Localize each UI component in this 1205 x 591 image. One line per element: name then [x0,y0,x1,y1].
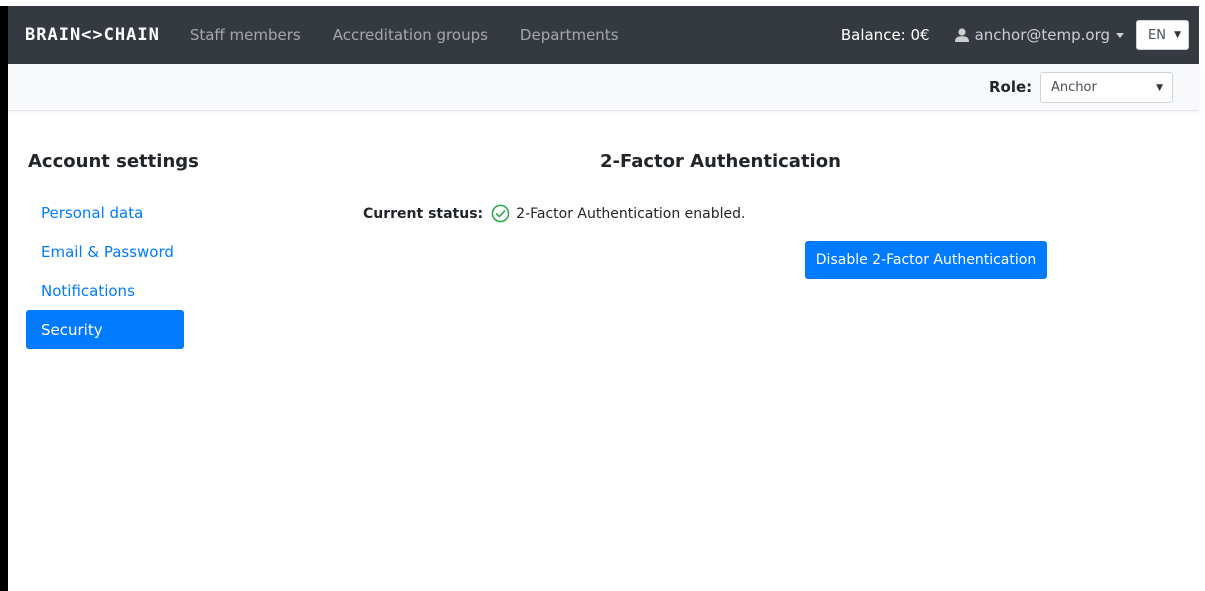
nav-link-accreditation-groups[interactable]: Accreditation groups [317,26,504,44]
check-circle-icon [491,204,510,223]
role-value: Anchor [1051,80,1097,95]
page-title: 2-Factor Authentication [600,151,841,172]
nav-links: Staff members Accreditation groups Depar… [174,26,635,44]
window-left-border [0,6,8,591]
status-text: 2-Factor Authentication enabled. [516,205,746,222]
sidebar-title: Account settings [28,151,199,172]
sidebar-item-personal-data[interactable]: Personal data [26,193,184,232]
dropdown-arrow-icon: ▼ [1156,82,1163,93]
dropdown-arrow-icon: ▼ [1174,30,1181,40]
status-label: Current status: [363,205,484,222]
status-row: Current status: 2-Factor Authentication … [363,204,745,223]
language-select[interactable]: EN ▼ [1136,20,1189,50]
sidebar-item-email-password[interactable]: Email & Password [26,232,184,271]
disable-2fa-button[interactable]: Disable 2-Factor Authentication [805,241,1047,279]
top-navbar: BRAIN<>CHAIN Staff members Accreditation… [8,6,1199,64]
window-right-edge [1199,6,1205,591]
role-bar: Role: Anchor ▼ [8,64,1199,111]
caret-down-icon [1116,32,1124,38]
user-menu-toggle[interactable]: anchor@temp.org [954,26,1124,44]
settings-sidebar: Personal data Email & Password Notificat… [26,193,184,349]
user-email: anchor@temp.org [974,26,1110,44]
nav-link-staff-members[interactable]: Staff members [174,26,317,44]
balance-display: Balance: 0€ [840,26,930,44]
sidebar-item-security[interactable]: Security [26,310,184,349]
role-label: Role: [989,78,1033,96]
user-icon [954,28,969,42]
brand-logo[interactable]: BRAIN<>CHAIN [25,25,160,45]
role-select[interactable]: Anchor ▼ [1040,72,1173,103]
nav-link-departments[interactable]: Departments [504,26,635,44]
sidebar-item-notifications[interactable]: Notifications [26,271,184,310]
navbar-right: Balance: 0€ anchor@temp.org EN ▼ [841,20,1199,50]
language-value: EN [1148,27,1166,43]
